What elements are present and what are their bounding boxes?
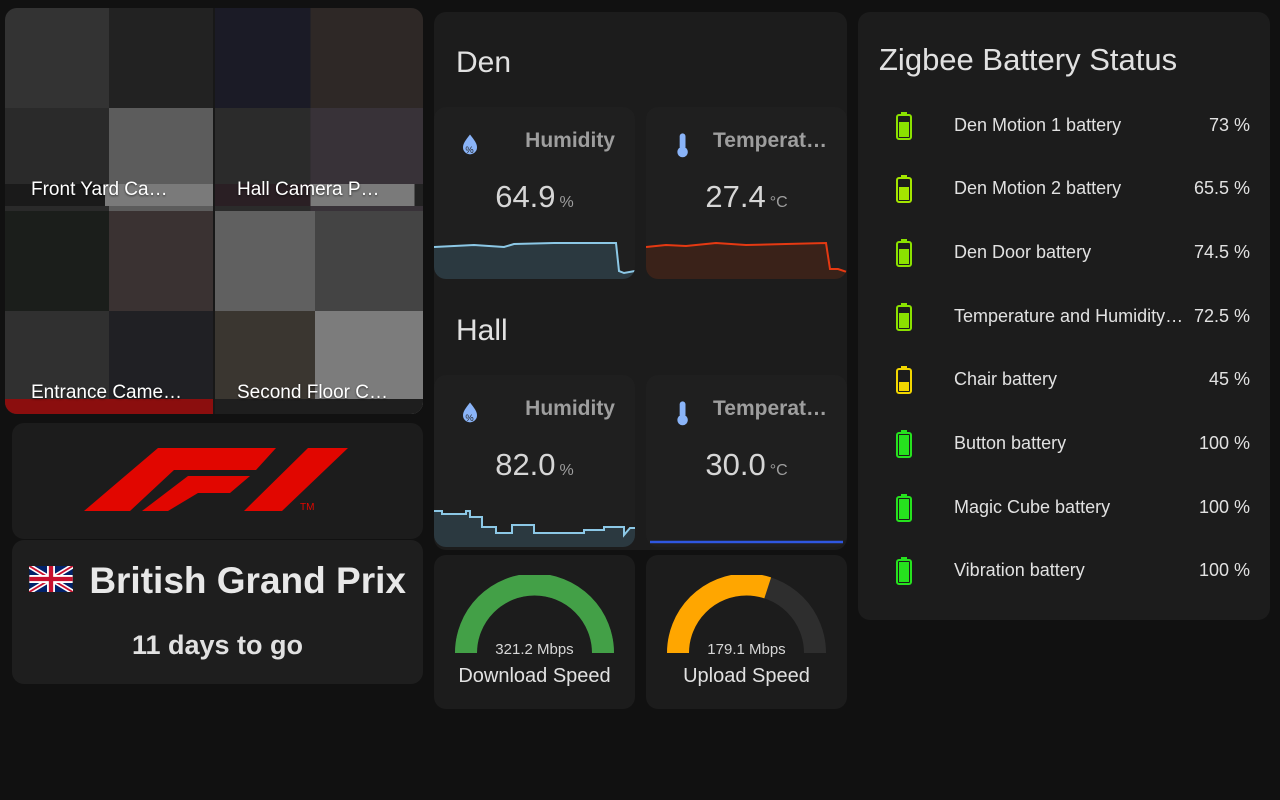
battery-name: Den Door battery: [954, 242, 1092, 262]
battery-icon: [896, 494, 912, 522]
sensor-value: 64.9%: [495, 179, 574, 214]
battery-name: Button battery: [954, 433, 1067, 453]
battery-value: 100 %: [1198, 433, 1250, 453]
f1-logo-icon: TM: [84, 448, 348, 513]
battery-row[interactable]: Vibration battery 100 %: [858, 551, 1270, 591]
battery-value: 65.5 %: [1193, 178, 1250, 198]
camera-hall[interactable]: Hall Camera P…: [215, 8, 423, 211]
camera-label: Second Floor C…: [237, 382, 389, 403]
battery-icon: [896, 366, 912, 394]
race-title-row: British Grand Prix: [12, 560, 423, 602]
camera-entrance[interactable]: Entrance Came…: [5, 211, 213, 414]
download-speed-label: Download Speed: [458, 665, 611, 687]
sensor-card-hall-humidity[interactable]: % Humidity 82.0%: [434, 375, 635, 547]
battery-row[interactable]: Den Motion 1 battery 73 %: [858, 106, 1270, 146]
sensor-name: Temperat…: [713, 397, 827, 420]
sensor-card-hall-temperature[interactable]: Temperat… 30.0 °C: [646, 375, 847, 547]
temperature-history-graph: [646, 241, 847, 279]
temperature-history-graph: [650, 540, 843, 544]
humidity-history-graph: [434, 510, 635, 547]
battery-icon: [896, 175, 912, 203]
sensor-name: Humidity: [525, 129, 615, 152]
camera-front-yard[interactable]: Front Yard Ca…: [5, 8, 213, 211]
sensor-card-den-temperature[interactable]: Temperat… 27.4 °C: [646, 107, 847, 279]
upload-speed-label: Upload Speed: [683, 665, 810, 687]
svg-text:%: %: [465, 413, 473, 423]
battery-value: 45 %: [1208, 369, 1250, 389]
battery-value: 72.5 %: [1193, 306, 1250, 326]
battery-value: 100 %: [1198, 497, 1250, 517]
humidity-icon: %: [463, 402, 477, 423]
battery-icon: [896, 239, 912, 267]
battery-row[interactable]: Den Motion 2 battery 65.5 %: [858, 169, 1270, 209]
camera-second-floor[interactable]: Second Floor C…: [215, 211, 423, 414]
battery-value: 74.5 %: [1193, 242, 1250, 262]
svg-text:%: %: [465, 145, 473, 155]
humidity-icon: %: [463, 134, 477, 155]
battery-icon: [896, 430, 912, 458]
download-speed-value: 321.2 Mbps: [495, 641, 574, 658]
battery-row[interactable]: Den Door battery 74.5 %: [858, 233, 1270, 273]
race-countdown: 11 days to go: [131, 630, 304, 660]
sensor-value: 82.0%: [495, 447, 574, 482]
battery-name: Chair battery: [954, 369, 1058, 389]
battery-name: Vibration battery: [954, 560, 1085, 580]
thermometer-icon: [677, 401, 688, 426]
battery-name: Den Motion 2 battery: [954, 178, 1122, 198]
battery-row[interactable]: Chair battery 45 %: [858, 360, 1270, 400]
area-title-den: Den: [456, 46, 512, 79]
race-name: British Grand Prix: [89, 560, 406, 601]
battery-name: Magic Cube battery: [954, 497, 1111, 517]
humidity-history-graph: [434, 242, 635, 279]
camera-label: Entrance Came…: [31, 382, 183, 403]
svg-text:TM: TM: [300, 502, 314, 513]
upload-speed-value: 179.1 Mbps: [707, 641, 786, 658]
battery-name: Den Motion 1 battery: [954, 115, 1122, 135]
sensor-name: Humidity: [525, 397, 615, 420]
sensor-name: Temperat…: [713, 129, 827, 152]
zigbee-battery-card: Zigbee Battery Status Den Motion 1 batte…: [858, 12, 1270, 620]
battery-card-title: Zigbee Battery Status: [879, 42, 1178, 77]
camera-label: Hall Camera P…: [237, 179, 380, 200]
thermometer-icon: [677, 133, 688, 158]
battery-row[interactable]: Button battery 100 %: [858, 424, 1270, 464]
battery-value: 100 %: [1198, 560, 1250, 580]
battery-icon: [896, 557, 912, 585]
sensor-card-den-humidity[interactable]: % Humidity 64.9%: [434, 107, 635, 279]
uk-flag-icon: [28, 564, 74, 595]
camera-label: Front Yard Ca…: [31, 179, 168, 200]
battery-value: 73 %: [1208, 115, 1250, 135]
battery-icon: [896, 303, 912, 331]
battery-icon: [896, 112, 912, 140]
download-speed-gauge[interactable]: 321.2 Mbps Download Speed: [434, 555, 635, 709]
battery-row[interactable]: Magic Cube battery 100 %: [858, 488, 1270, 528]
camera-grid: Front Yard Ca… Hall Camera P… Entrance C…: [5, 8, 423, 414]
upload-speed-gauge[interactable]: 179.1 Mbps Upload Speed: [646, 555, 847, 709]
battery-name: Temperature and Humidity…: [954, 306, 1184, 326]
battery-row[interactable]: Temperature and Humidity… 72.5 %: [858, 297, 1270, 337]
sensor-value: 27.4 °C: [705, 179, 788, 214]
sensor-value: 30.0 °C: [705, 447, 788, 482]
f1-logo-card: TM: [12, 423, 423, 539]
area-title-hall: Hall: [456, 314, 508, 347]
